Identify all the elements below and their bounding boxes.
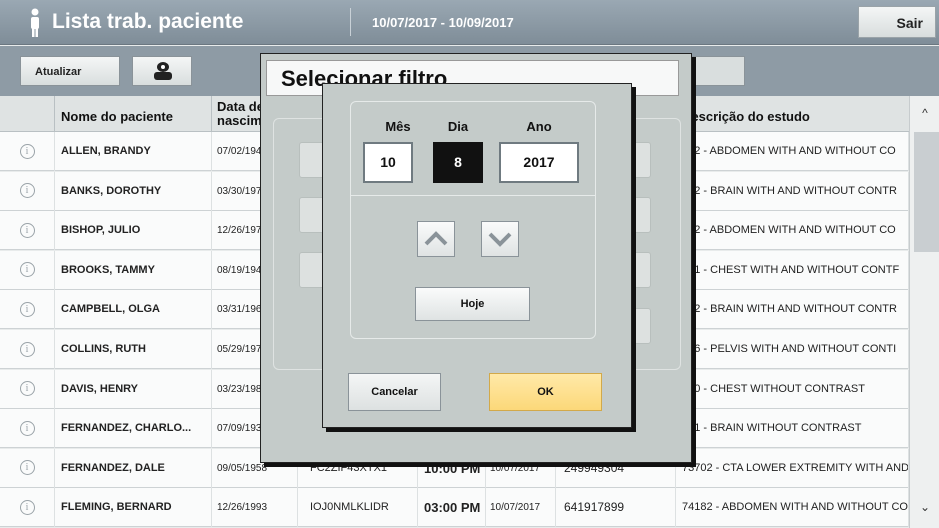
title-bar: Lista trab. paciente 10/07/2017 - 10/09/… bbox=[0, 0, 939, 45]
patient-name: ALLEN, BRANDY bbox=[55, 132, 212, 171]
column-header-name[interactable]: Nome do paciente bbox=[55, 96, 212, 132]
info-icon[interactable]: i bbox=[19, 499, 35, 515]
patient-name: COLLINS, RUTH bbox=[55, 330, 212, 369]
study-description: 182 - ABDOMEN WITH AND WITHOUT CO bbox=[676, 211, 909, 251]
year-field[interactable]: 2017 bbox=[499, 142, 579, 183]
info-button[interactable]: i bbox=[0, 211, 55, 251]
info-icon[interactable]: i bbox=[19, 222, 35, 238]
study-description: 551 - BRAIN WITHOUT CONTRAST bbox=[676, 409, 909, 449]
column-header-description[interactable]: Descrição do estudo bbox=[676, 96, 909, 132]
info-icon[interactable]: i bbox=[19, 460, 35, 476]
patient-name: FERNANDEZ, DALE bbox=[55, 448, 212, 488]
date-picker-dialog: Mês Dia Ano 10 8 2017 Hoje Cancelar OK bbox=[322, 83, 632, 428]
patient-name: BROOKS, TAMMY bbox=[55, 250, 212, 290]
patient-name: BANKS, DOROTHY bbox=[55, 171, 212, 211]
study-description: 550 - CHEST WITHOUT CONTRAST bbox=[676, 369, 909, 409]
info-icon[interactable]: i bbox=[19, 341, 35, 357]
scrollbar-thumb[interactable] bbox=[914, 132, 939, 252]
study-description: 552 - BRAIN WITH AND WITHOUT CONTR bbox=[676, 171, 909, 211]
study-date: 10/07/2017 bbox=[486, 488, 556, 528]
chevron-up-icon bbox=[424, 231, 448, 246]
toolbar-button-right[interactable] bbox=[690, 56, 745, 86]
study-description: 196 - PELVIS WITH AND WITHOUT CONTI bbox=[676, 330, 909, 369]
patient-id: IOJ0NMLKLIDR bbox=[298, 488, 418, 528]
info-column-header bbox=[0, 96, 55, 132]
study-description: 74182 - ABDOMEN WITH AND WITHOUT CO bbox=[676, 488, 909, 528]
study-description: 552 - BRAIN WITH AND WITHOUT CONTR bbox=[676, 290, 909, 330]
exit-button[interactable]: Sair bbox=[858, 6, 936, 38]
year-label: Ano bbox=[526, 119, 552, 134]
info-button[interactable]: i bbox=[0, 448, 55, 488]
info-button[interactable]: i bbox=[0, 250, 55, 290]
study-description: 551 - CHEST WITH AND WITHOUT CONTF bbox=[676, 250, 909, 290]
person-icon bbox=[31, 8, 39, 37]
info-button[interactable]: i bbox=[0, 488, 55, 528]
birth-date: 12/26/1993 bbox=[212, 488, 298, 528]
increment-button[interactable] bbox=[417, 221, 455, 257]
info-button[interactable]: i bbox=[0, 290, 55, 330]
scroll-up-icon[interactable]: ^ bbox=[916, 106, 934, 126]
scrollbar[interactable]: ^ ⌄ bbox=[909, 96, 939, 528]
cancel-button[interactable]: Cancelar bbox=[348, 373, 441, 411]
info-icon[interactable]: i bbox=[19, 262, 35, 278]
header-divider bbox=[350, 8, 351, 36]
day-field[interactable]: 8 bbox=[433, 142, 483, 183]
accession-number: 641917899 bbox=[556, 488, 676, 528]
chevron-down-icon bbox=[488, 232, 512, 247]
scroll-down-icon[interactable]: ⌄ bbox=[916, 500, 934, 520]
user-filter-button[interactable] bbox=[132, 56, 192, 86]
info-button[interactable]: i bbox=[0, 132, 55, 171]
patient-name: DAVIS, HENRY bbox=[55, 369, 212, 409]
info-icon[interactable]: i bbox=[19, 143, 35, 159]
table-row[interactable]: i FLEMING, BERNARD 12/26/1993 IOJ0NMLKLIDR 0… bbox=[0, 488, 939, 528]
study-time: 03:00 PM bbox=[418, 488, 486, 528]
info-button[interactable]: i bbox=[0, 409, 55, 449]
today-button[interactable]: Hoje bbox=[415, 287, 530, 321]
month-field[interactable]: 10 bbox=[363, 142, 413, 183]
info-button[interactable]: i bbox=[0, 369, 55, 409]
study-description: 73702 - CTA LOWER EXTREMITY WITH AND bbox=[676, 448, 909, 488]
info-icon[interactable]: i bbox=[19, 381, 35, 397]
ok-button[interactable]: OK bbox=[489, 373, 602, 411]
date-picker-divider bbox=[350, 195, 596, 196]
month-label: Mês bbox=[385, 119, 411, 134]
patient-name: FERNANDEZ, CHARLO... bbox=[55, 409, 212, 449]
info-icon[interactable]: i bbox=[19, 301, 35, 317]
app-title: Lista trab. paciente bbox=[52, 10, 244, 33]
date-range: 10/07/2017 - 10/09/2017 bbox=[372, 15, 514, 30]
info-button[interactable]: i bbox=[0, 171, 55, 211]
patient-name: FLEMING, BERNARD bbox=[55, 488, 212, 528]
decrement-button[interactable] bbox=[481, 221, 519, 257]
patient-name: CAMPBELL, OLGA bbox=[55, 290, 212, 330]
patient-name: BISHOP, JULIO bbox=[55, 211, 212, 251]
refresh-button[interactable]: Atualizar bbox=[20, 56, 120, 86]
info-icon[interactable]: i bbox=[19, 420, 35, 436]
day-label: Dia bbox=[447, 119, 469, 134]
study-description: 182 - ABDOMEN WITH AND WITHOUT CO bbox=[676, 132, 909, 171]
user-icon bbox=[154, 62, 172, 80]
info-button[interactable]: i bbox=[0, 330, 55, 369]
info-icon[interactable]: i bbox=[19, 183, 35, 199]
